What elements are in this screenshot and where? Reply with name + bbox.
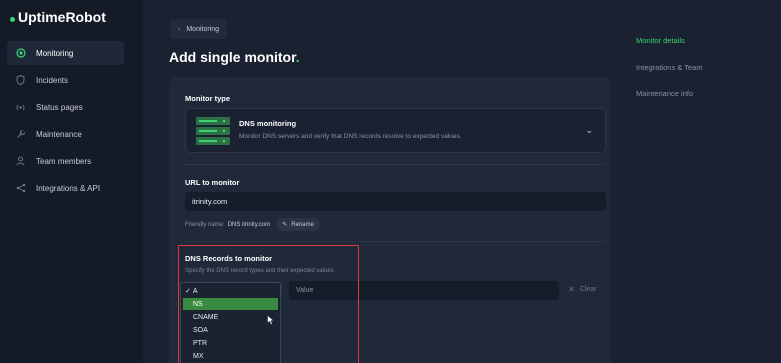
wrench-icon xyxy=(15,129,26,140)
sidebar-item-label: Incidents xyxy=(36,75,69,85)
back-button[interactable]: ‹ Monitoring xyxy=(170,19,228,39)
dns-server-icon xyxy=(196,117,230,145)
close-icon: ✕ xyxy=(568,285,575,294)
monitoring-icon xyxy=(15,48,26,59)
monitor-form-card: Monitor type DNS monitoring Monitor DNS … xyxy=(169,77,610,363)
sidebar-item-label: Team members xyxy=(36,156,92,166)
section-link-monitor-details[interactable]: Monitor details xyxy=(636,36,685,45)
divider xyxy=(184,164,606,165)
main-content: ‹ Monitoring Add single monitor. Monitor… xyxy=(143,0,617,363)
shield-icon xyxy=(15,75,26,86)
right-section-nav: Monitor details Integrations & Team Main… xyxy=(617,0,781,363)
sidebar-item-incidents[interactable]: Incidents xyxy=(7,68,124,92)
sidebar-item-integrations[interactable]: Integrations & API xyxy=(7,176,124,200)
broadcast-icon xyxy=(15,102,26,113)
user-icon xyxy=(15,156,26,167)
share-icon xyxy=(15,183,26,194)
monitor-type-label: Monitor type xyxy=(185,94,230,103)
friendly-name-prefix: Friendly name: xyxy=(185,221,225,228)
clear-button[interactable]: ✕ Clear xyxy=(568,285,596,294)
sidebar-item-team-members[interactable]: Team members xyxy=(7,149,124,173)
app-logo[interactable]: UptimeRobot xyxy=(10,9,106,25)
sidebar-item-maintenance[interactable]: Maintenance xyxy=(7,122,124,146)
friendly-name-value: DNS itrinity.com xyxy=(227,221,271,228)
url-label: URL to monitor xyxy=(185,178,240,187)
url-input[interactable]: itrinity.com xyxy=(185,192,606,211)
chevron-down-icon: ⌄ xyxy=(585,125,593,135)
clear-label: Clear xyxy=(579,286,597,293)
sidebar-item-label: Monitoring xyxy=(36,48,74,58)
logo-dot-icon xyxy=(10,16,15,22)
section-link-integrations-team[interactable]: Integrations & Team xyxy=(636,63,703,72)
monitor-type-select[interactable]: DNS monitoring Monitor DNS servers and v… xyxy=(185,108,606,153)
divider xyxy=(184,241,606,242)
monitor-type-title: DNS monitoring xyxy=(239,119,297,128)
page-title: Add single monitor. xyxy=(169,49,300,65)
sidebar: UptimeRobot Monitoring Incidents Status … xyxy=(0,0,143,363)
rename-label: Rename xyxy=(291,221,314,228)
sidebar-item-monitoring[interactable]: Monitoring xyxy=(7,41,124,65)
sidebar-item-label: Maintenance xyxy=(36,129,82,139)
back-button-label: Monitoring xyxy=(186,25,220,33)
sidebar-item-label: Integrations & API xyxy=(36,183,101,193)
sidebar-item-label: Status pages xyxy=(36,102,83,112)
monitor-type-description: Monitor DNS servers and verify that DNS … xyxy=(239,133,462,140)
chevron-left-icon: ‹ xyxy=(178,25,181,33)
section-link-maintenance-info[interactable]: Maintenance info xyxy=(636,89,693,98)
annotation-highlight-box xyxy=(178,245,359,363)
sidebar-item-status-pages[interactable]: Status pages xyxy=(7,95,124,119)
logo-text: UptimeRobot xyxy=(18,9,106,25)
rename-button[interactable]: ✎ Rename xyxy=(276,218,320,231)
friendly-name-row: Friendly name: DNS itrinity.com ✎ Rename xyxy=(185,218,320,231)
pencil-icon: ✎ xyxy=(282,222,288,228)
